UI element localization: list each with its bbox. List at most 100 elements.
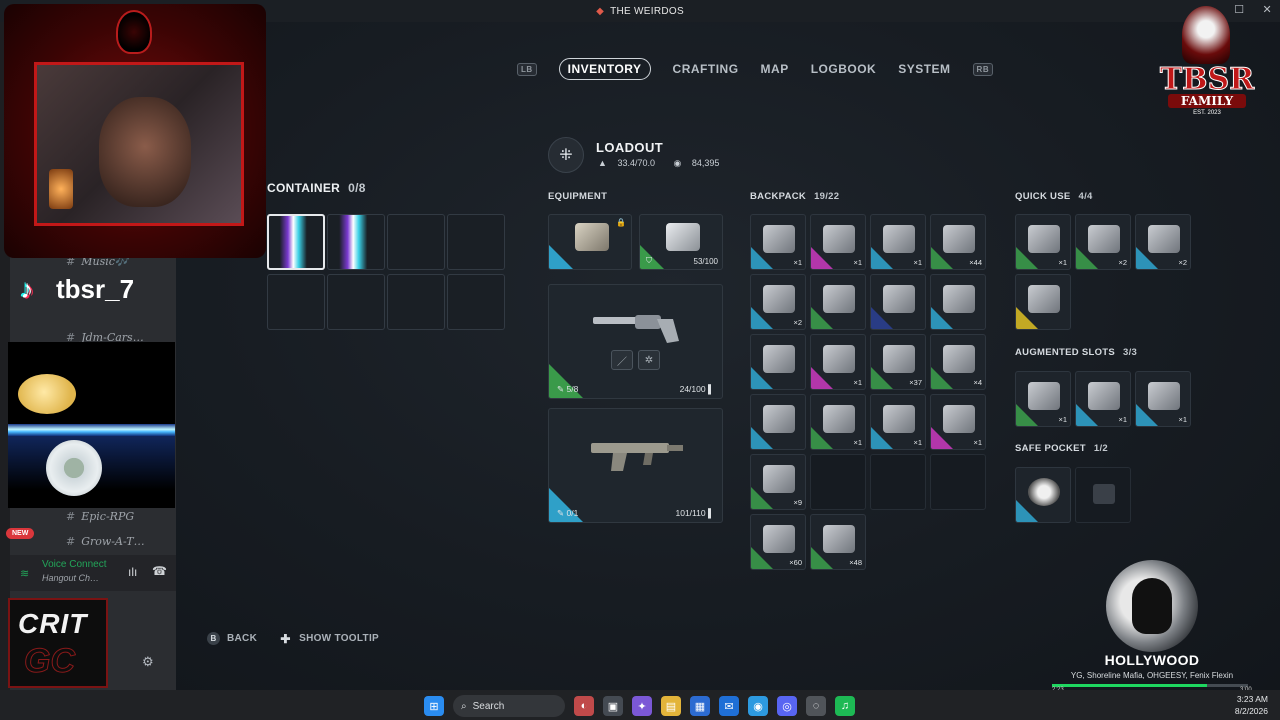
channel-item[interactable]: # Epic-RPG (66, 510, 134, 523)
secondary-weapon-slot[interactable]: ✎ 0/1 101/110 ▌ (548, 408, 723, 523)
backpack-slot[interactable]: ×2 (750, 274, 806, 330)
channel-item[interactable]: # Grow-A-T… (66, 535, 145, 548)
clock-date: 8/2/2026 (1234, 706, 1268, 716)
item-icon (1088, 382, 1120, 410)
item-quantity: ×1 (1118, 415, 1127, 424)
container-slot[interactable] (267, 274, 325, 330)
quick-use-slot[interactable] (1015, 274, 1071, 330)
augment-item-icon (575, 223, 609, 251)
backpack-slot[interactable] (750, 334, 806, 390)
backpack-slot[interactable]: ×44 (930, 214, 986, 270)
item-icon (1148, 382, 1180, 410)
backpack-slot[interactable] (930, 274, 986, 330)
backpack-slot[interactable] (810, 274, 866, 330)
backpack-slot[interactable] (750, 394, 806, 450)
backpack-slot[interactable]: ×1 (750, 214, 806, 270)
backpack-slot[interactable]: ×48 (810, 514, 866, 570)
tab-map[interactable]: MAP (761, 62, 789, 76)
backpack-slot[interactable]: ×1 (930, 394, 986, 450)
task-view-icon[interactable]: ▣ (603, 696, 623, 716)
augment-equipment-slot[interactable]: 🔒 (548, 214, 632, 270)
tab-inventory[interactable]: INVENTORY (558, 58, 651, 80)
tbsr-est: EST. 2023 (1193, 110, 1221, 116)
item-icon (883, 345, 915, 373)
system-clock[interactable]: 3:23 AM 8/2/2026 (1235, 693, 1268, 717)
settings-gear-icon[interactable]: ⚙ (142, 654, 154, 670)
container-slot[interactable] (447, 214, 505, 270)
widget-icon[interactable]: ◐ (574, 696, 594, 716)
shield-equipment-slot[interactable]: ⛉ 53/100 (639, 214, 723, 270)
weight-icon: ▲ (598, 158, 607, 168)
item-quantity: ×1 (853, 438, 862, 447)
container-slot[interactable] (327, 274, 385, 330)
equipment-label: EQUIPMENT (548, 191, 608, 202)
show-tooltip-button[interactable]: ✚ SHOW TOOLTIP (279, 632, 379, 646)
file-explorer-icon[interactable]: ▤ (661, 696, 681, 716)
tab-system[interactable]: SYSTEM (898, 62, 950, 76)
taskbar-search[interactable]: ⌕ Search (453, 695, 565, 717)
tab-logbook[interactable]: LOGBOOK (811, 62, 877, 76)
item-icon (823, 405, 855, 433)
item-icon (1028, 285, 1060, 313)
item-icon (823, 525, 855, 553)
obs-icon[interactable]: ◌ (806, 696, 826, 716)
backpack-slot-empty[interactable] (810, 454, 866, 510)
discord-taskbar-icon[interactable]: ◎ (777, 696, 797, 716)
primary-weapon-footer: ✎ 5/8 24/100 ▌ (549, 380, 722, 398)
disconnect-icon[interactable]: ☎ (152, 564, 167, 578)
item-icon (1088, 225, 1120, 253)
attachment-slot[interactable]: ✲ (638, 350, 660, 370)
backpack-slot[interactable]: ×9 (750, 454, 806, 510)
backpack-slot[interactable]: ×1 (810, 334, 866, 390)
backpack-slot-empty[interactable] (930, 454, 986, 510)
tbsr-family: FAMILY (1168, 94, 1246, 108)
copilot-icon[interactable]: ✦ (632, 696, 652, 716)
container-slot[interactable] (267, 214, 325, 270)
item-quantity: ×1 (1058, 415, 1067, 424)
container-slot[interactable] (447, 274, 505, 330)
edge-icon[interactable]: ◉ (748, 696, 768, 716)
tab-crafting[interactable]: CRAFTING (673, 62, 739, 76)
voice-channel[interactable]: Hangout Ch… (42, 573, 99, 583)
spotify-icon[interactable]: ♫ (835, 696, 855, 716)
augmented-slot[interactable]: ×1 (1135, 371, 1191, 427)
item-quantity: ×44 (969, 258, 982, 267)
primary-weapon-slot[interactable]: ／ ✲ ✎ 5/8 24/100 ▌ (548, 284, 723, 399)
augmented-slot[interactable]: ×1 (1075, 371, 1131, 427)
item-quantity: ×1 (973, 438, 982, 447)
container-slot[interactable] (327, 214, 385, 270)
safe-pocket-slot-locked[interactable] (1075, 467, 1131, 523)
backpack-slot[interactable]: ×60 (750, 514, 806, 570)
quick-use-slot[interactable]: ×2 (1135, 214, 1191, 270)
item-icon (823, 225, 855, 253)
back-button[interactable]: B BACK (207, 632, 257, 645)
backpack-slot[interactable] (870, 274, 926, 330)
container-label: CONTAINER 0/8 (267, 181, 366, 195)
container-slot[interactable] (387, 214, 445, 270)
secondary-ammo: 101/110 (675, 508, 706, 518)
augmented-slot[interactable]: ×1 (1015, 371, 1071, 427)
store-icon[interactable]: ▦ (690, 696, 710, 716)
backpack-slot[interactable]: ×1 (810, 394, 866, 450)
item-icon (883, 405, 915, 433)
container-slot[interactable] (387, 274, 445, 330)
noise-suppression-icon[interactable]: ılı (128, 565, 137, 579)
backpack-slot-empty[interactable] (870, 454, 926, 510)
item-icon (943, 285, 975, 313)
mail-icon[interactable]: ✉ (719, 696, 739, 716)
quick-use-slot[interactable]: ×2 (1075, 214, 1131, 270)
start-icon[interactable]: ⊞ (424, 696, 444, 716)
tiktok-overlay: ♪ tbsr_7 (8, 270, 135, 308)
attachment-slot[interactable]: ／ (611, 350, 633, 370)
backpack-slot[interactable]: ×1 (870, 214, 926, 270)
backpack-slot[interactable]: ×1 (870, 394, 926, 450)
backpack-slot[interactable]: ×1 (810, 214, 866, 270)
safe-pocket-label: SAFE POCKET 1/2 (1015, 443, 1108, 454)
backpack-slot[interactable]: ×37 (870, 334, 926, 390)
quick-use-slot[interactable]: ×1 (1015, 214, 1071, 270)
wrench-icon: ✎ (557, 383, 565, 394)
search-icon: ⌕ (461, 700, 467, 712)
backpack-slot[interactable]: ×4 (930, 334, 986, 390)
safe-pocket-slot[interactable] (1015, 467, 1071, 523)
moon-shape (18, 374, 76, 414)
